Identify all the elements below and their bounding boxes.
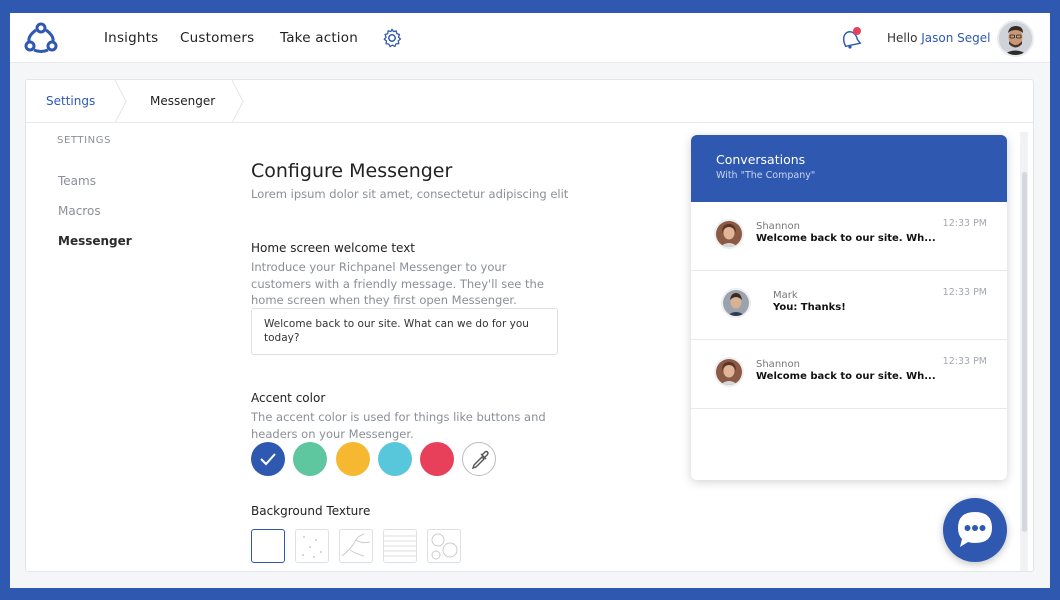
conversation-name: Shannon [756,221,800,232]
avatar-shannon-icon [716,221,742,247]
avatar-shannon-icon [716,359,742,385]
page-subtitle: Lorem ipsum dolor sit amet, consectetur … [251,187,569,201]
texture-dots[interactable] [295,529,329,563]
preview-title: Conversations [716,152,806,167]
welcome-text-input[interactable]: Welcome back to our site. What can we do… [251,308,558,355]
conversation-message: You: Thanks! [773,302,846,313]
notification-dot [853,27,861,35]
notification-bell-icon[interactable] [838,25,864,51]
conversation-item[interactable]: Shannon Welcome back to our site. Wh... … [691,340,1007,409]
texture-lines[interactable] [383,529,417,563]
chat-launcher-button[interactable] [943,498,1007,562]
conversation-name: Mark [773,290,798,301]
avatar [714,357,744,387]
avatar[interactable] [997,20,1034,57]
breadcrumb-chevron-icon [114,80,127,123]
nav-customers[interactable]: Customers [180,30,254,46]
avatar-mark-icon [723,290,749,316]
avatar [714,219,744,249]
user-name[interactable]: Jason Segel [921,31,990,45]
breadcrumb: Settings Messenger [26,80,1033,123]
conversation-name: Shannon [756,359,800,370]
conversation-message: Welcome back to our site. Wh... [756,371,936,382]
preview-subtitle: With "The Company" [716,170,816,181]
app-window: Insights Customers Take action Hello Jas… [10,13,1050,588]
richpanel-logo-icon[interactable] [24,22,58,54]
texture-branches-icon [341,533,371,557]
texture-circles-icon [431,533,458,560]
greeting-label: Hello [887,31,918,45]
nav-insights[interactable]: Insights [104,30,158,46]
welcome-text-title: Home screen welcome text [251,241,415,255]
accent-color-title: Accent color [251,391,326,405]
nav-take-action[interactable]: Take action [280,30,358,46]
texture-circles[interactable] [427,529,461,563]
user-greeting: Hello Jason Segel [887,31,991,45]
custom-color-button[interactable] [462,442,496,476]
chat-bubble-icon [958,512,992,547]
sidebar-item-messenger[interactable]: Messenger [58,234,132,248]
check-icon [260,453,276,466]
welcome-text-desc: Introduce your Richpanel Messenger to yo… [251,260,544,307]
texture-plain[interactable] [251,529,285,563]
breadcrumb-messenger: Messenger [150,94,216,108]
breadcrumb-settings[interactable]: Settings [46,94,95,108]
swatch-cyan[interactable] [378,442,412,476]
conversation-time: 12:33 PM [942,356,987,367]
scrollbar-thumb[interactable] [1022,172,1027,532]
swatch-yellow[interactable] [336,442,370,476]
settings-card: Settings Messenger SETTINGS Teams Macros… [25,79,1034,572]
top-nav: Insights Customers Take action Hello Jas… [10,13,1050,63]
accent-color-desc: The accent color is used for things like… [251,410,546,441]
swatch-green[interactable] [293,442,327,476]
conversation-item[interactable]: Mark You: Thanks! 12:33 PM [691,271,1007,340]
preview-header: Conversations With "The Company" [691,135,1007,202]
sidebar-item-teams[interactable]: Teams [58,174,96,188]
swatch-blue[interactable] [251,442,285,476]
eyedropper-icon [471,450,489,470]
breadcrumb-chevron-icon [231,80,244,123]
conversation-time: 12:33 PM [942,287,987,298]
conversation-message: Welcome back to our site. Wh... [756,233,936,244]
avatar [721,288,751,318]
texture-dots-icon [302,536,322,558]
user-avatar-icon [999,22,1032,55]
conversation-time: 12:33 PM [942,218,987,229]
sidebar-item-macros[interactable]: Macros [58,204,101,218]
background-texture-title: Background Texture [251,504,371,518]
texture-lines-icon [384,535,416,557]
texture-branches[interactable] [339,529,373,563]
conversation-item[interactable]: Shannon Welcome back to our site. Wh... … [691,202,1007,271]
page-title: Configure Messenger [251,160,453,182]
sidebar-heading: SETTINGS [57,135,112,146]
messenger-preview: Conversations With "The Company" Shannon… [691,135,1007,480]
gear-icon[interactable] [381,27,403,49]
swatch-red[interactable] [420,442,454,476]
